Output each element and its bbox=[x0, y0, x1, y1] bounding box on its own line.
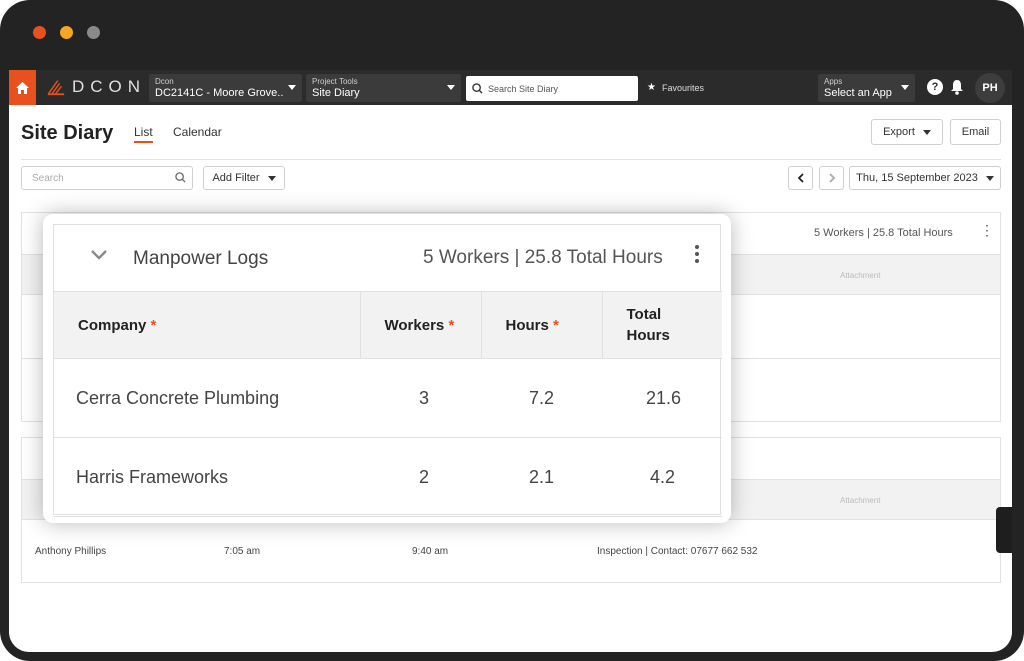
logo-text: DCON bbox=[71, 77, 146, 96]
device-frame: DCON Dcon DC2141C - Moore Grove... Proje… bbox=[0, 0, 1024, 661]
project-tools-selector[interactable]: Project Tools Site Diary bbox=[306, 74, 461, 102]
window-maximize-dot[interactable] bbox=[87, 26, 100, 39]
column-company: Company * bbox=[54, 291, 360, 359]
star-icon: ★ bbox=[647, 82, 656, 93]
logo-mark-icon bbox=[47, 80, 65, 96]
header-divider bbox=[21, 159, 1001, 160]
table-header-row: Company * Workers * Hours * Total Hours bbox=[54, 291, 722, 359]
visitor-time-out: 9:40 am bbox=[412, 546, 449, 557]
tab-calendar[interactable]: Calendar bbox=[173, 125, 222, 139]
caret-down-icon bbox=[901, 85, 909, 90]
next-day-button[interactable] bbox=[819, 166, 844, 190]
required-marker: * bbox=[150, 316, 157, 334]
app-bar: DCON Dcon DC2141C - Moore Grove... Proje… bbox=[9, 70, 1012, 105]
apps-selector-label: Apps bbox=[824, 77, 843, 86]
side-panel-tab[interactable] bbox=[996, 507, 1012, 553]
email-label: Email bbox=[961, 126, 990, 138]
date-picker[interactable]: Thu, 15 September 2023 bbox=[849, 166, 1001, 190]
app-screen: DCON Dcon DC2141C - Moore Grove... Proje… bbox=[9, 70, 1012, 652]
cell-hours: 7.2 bbox=[481, 358, 602, 438]
cell-total-hours: 21.6 bbox=[602, 358, 722, 438]
manpower-logs-popup: Manpower Logs 5 Workers | 25.8 Total Hou… bbox=[43, 214, 731, 523]
add-filter-label: Add Filter bbox=[212, 172, 260, 184]
bell-icon[interactable] bbox=[950, 79, 964, 95]
previous-day-button[interactable] bbox=[788, 166, 813, 190]
table-row[interactable]: Cerra Concrete Plumbing 3 7.2 21.6 bbox=[54, 358, 722, 438]
visitor-name: Anthony Phillips bbox=[35, 546, 107, 557]
email-button[interactable]: Email bbox=[950, 119, 1001, 145]
chevron-down-icon[interactable] bbox=[90, 249, 108, 261]
cell-workers: 2 bbox=[360, 437, 481, 517]
kebab-icon[interactable]: ⋮ bbox=[980, 223, 994, 237]
cell-total-hours: 4.2 bbox=[602, 437, 722, 517]
window-close-dot[interactable] bbox=[33, 26, 46, 39]
add-filter-button[interactable]: Add Filter bbox=[203, 166, 285, 190]
chevron-left-icon bbox=[797, 173, 804, 183]
caret-down-icon bbox=[922, 129, 931, 135]
caret-down-icon bbox=[985, 175, 994, 181]
caret-down-icon bbox=[447, 85, 455, 90]
manpower-logs-title: Manpower Logs bbox=[133, 248, 269, 269]
search-icon bbox=[472, 83, 483, 94]
project-tools-label: Project Tools bbox=[312, 77, 358, 86]
project-selector-value: DC2141C - Moore Grove... bbox=[155, 87, 283, 99]
manpower-logs-summary: 5 Workers | 25.8 Total Hours bbox=[423, 247, 663, 268]
attachment-column-header: Attachment bbox=[840, 496, 881, 505]
cell-workers: 3 bbox=[360, 358, 481, 438]
page-title: Site Diary bbox=[21, 122, 114, 144]
favourites-link[interactable]: ★ Favourites bbox=[647, 82, 704, 93]
export-button[interactable]: Export bbox=[871, 119, 943, 145]
cell-company: Harris Frameworks bbox=[54, 437, 360, 517]
dcon-logo[interactable]: DCON bbox=[46, 75, 146, 99]
kebab-icon[interactable] bbox=[695, 245, 701, 266]
caret-down-icon bbox=[267, 175, 276, 181]
project-selector-label: Dcon bbox=[155, 77, 174, 86]
caret-down-icon bbox=[288, 85, 296, 90]
home-icon bbox=[16, 81, 29, 94]
site-diary-search-placeholder: Search Site Diary bbox=[488, 83, 559, 94]
cell-company: Cerra Concrete Plumbing bbox=[54, 358, 360, 438]
home-button[interactable] bbox=[9, 70, 36, 105]
visitor-purpose: Inspection | Contact: 07677 662 532 bbox=[597, 546, 758, 557]
column-total-hours: Total Hours bbox=[601, 291, 722, 359]
favourites-label: Favourites bbox=[661, 82, 704, 93]
help-icon[interactable]: ? bbox=[927, 79, 943, 95]
required-marker: * bbox=[553, 316, 559, 334]
column-hours: Hours * bbox=[480, 291, 602, 359]
apps-selector-value: Select an App bbox=[824, 87, 892, 99]
apps-selector[interactable]: Apps Select an App bbox=[818, 74, 915, 102]
search-input[interactable]: Search bbox=[21, 166, 193, 190]
attachment-column-header: Attachment bbox=[840, 271, 881, 280]
manpower-logs-panel: Manpower Logs 5 Workers | 25.8 Total Hou… bbox=[53, 224, 722, 517]
export-label: Export bbox=[883, 126, 915, 138]
manpower-card-summary: 5 Workers | 25.8 Total Hours bbox=[814, 227, 953, 239]
tab-list[interactable]: List bbox=[134, 125, 153, 143]
window-minimize-dot[interactable] bbox=[60, 26, 73, 39]
project-tools-value: Site Diary bbox=[312, 87, 360, 99]
required-marker: * bbox=[448, 316, 455, 334]
chevron-right-icon bbox=[828, 173, 835, 183]
cell-hours: 2.1 bbox=[481, 437, 602, 517]
user-avatar[interactable]: PH bbox=[975, 73, 1005, 103]
column-workers: Workers * bbox=[359, 291, 481, 359]
project-selector[interactable]: Dcon DC2141C - Moore Grove... bbox=[149, 74, 302, 102]
manpower-logs-header[interactable]: Manpower Logs 5 Workers | 25.8 Total Hou… bbox=[54, 225, 720, 292]
visitor-time-in: 7:05 am bbox=[224, 546, 261, 557]
search-icon bbox=[175, 172, 186, 183]
search-placeholder: Search bbox=[32, 172, 64, 184]
table-row[interactable]: Harris Frameworks 2 2.1 4.2 bbox=[54, 437, 722, 517]
manpower-table: Company * Workers * Hours * Total Hours bbox=[54, 291, 722, 517]
date-picker-value: Thu, 15 September 2023 bbox=[856, 172, 978, 184]
site-diary-search-input[interactable]: Search Site Diary bbox=[466, 76, 638, 101]
